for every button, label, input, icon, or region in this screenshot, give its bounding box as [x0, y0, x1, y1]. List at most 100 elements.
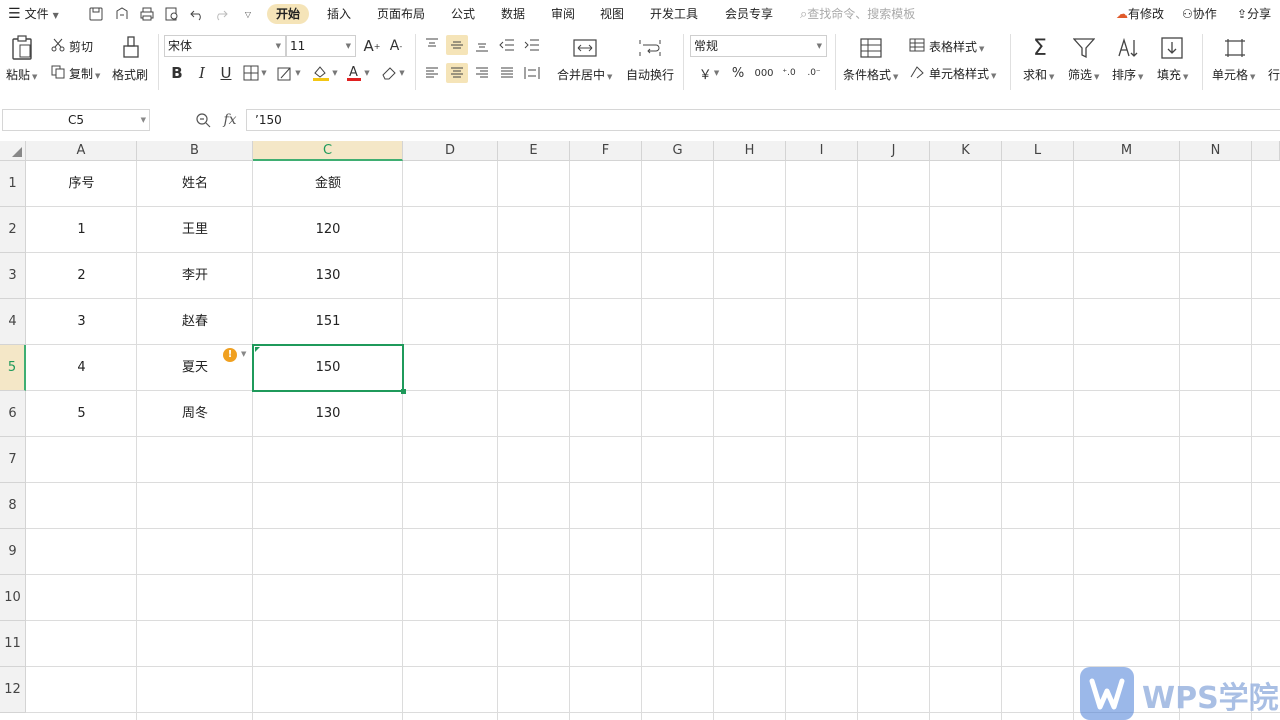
cell-a3[interactable]: 2	[26, 253, 137, 299]
sort-icon[interactable]	[1116, 36, 1140, 60]
cell-c2[interactable]: 120	[253, 207, 403, 253]
cell-fill-pattern-icon[interactable]: ▼	[276, 64, 302, 82]
paste-icon[interactable]	[8, 34, 36, 62]
font-grow-icon[interactable]: A +	[362, 37, 382, 55]
wrap-text-button[interactable]: 自动换行	[626, 66, 674, 83]
font-size-select[interactable]: 11 ▼	[286, 35, 356, 57]
row-header-11[interactable]: 11	[0, 621, 26, 667]
font-shrink-icon[interactable]: A-	[386, 37, 406, 55]
merge-center-icon[interactable]	[572, 36, 598, 60]
filter-icon[interactable]	[1072, 36, 1096, 60]
cell-b6[interactable]: 周冬	[137, 391, 253, 437]
modified-status[interactable]: ☁有修改	[1116, 0, 1164, 28]
column-header-f[interactable]: F	[570, 141, 642, 161]
redo-icon[interactable]	[213, 6, 229, 22]
row-header-8[interactable]: 8	[0, 483, 26, 529]
row-header-9[interactable]: 9	[0, 529, 26, 575]
cell-b3[interactable]: 李开	[137, 253, 253, 299]
tab-member[interactable]: 会员专享	[725, 4, 773, 24]
conditional-format-icon[interactable]	[858, 36, 884, 60]
thousands-button[interactable]: 000	[753, 64, 775, 82]
indent-decrease-icon[interactable]	[497, 36, 517, 54]
wrap-text-icon[interactable]	[637, 36, 663, 60]
clear-format-icon[interactable]: ▼	[378, 64, 408, 82]
align-top-icon[interactable]	[422, 36, 442, 54]
collab-button[interactable]: ⚇协作	[1182, 0, 1217, 28]
row-header-3[interactable]: 3	[0, 253, 26, 299]
cell-a6[interactable]: 5	[26, 391, 137, 437]
tab-home[interactable]: 开始	[267, 4, 310, 24]
number-format-select[interactable]: 常规 ▼	[690, 35, 827, 57]
fill-color-icon[interactable]: ▼	[310, 64, 340, 82]
name-box[interactable]: C5 ▼	[2, 109, 150, 131]
sum-icon[interactable]: Σ	[1028, 36, 1052, 61]
tab-data[interactable]: 数据	[501, 4, 525, 24]
tab-review[interactable]: 审阅	[551, 4, 575, 24]
row-header-2[interactable]: 2	[0, 207, 26, 253]
cell-style-button[interactable]: 单元格样式 ▼	[929, 65, 996, 82]
column-header-m[interactable]: M	[1074, 141, 1180, 161]
merge-center-button[interactable]: 合并居中 ▼	[557, 66, 612, 83]
tab-formulas[interactable]: 公式	[451, 4, 475, 24]
command-search[interactable]: ⌕查找命令、搜索模板	[800, 0, 915, 28]
row-header-10[interactable]: 10	[0, 575, 26, 621]
column-header-a[interactable]: A	[26, 141, 137, 161]
column-header-l[interactable]: L	[1002, 141, 1074, 161]
underline-icon[interactable]: U	[217, 63, 235, 83]
table-style-button[interactable]: 表格样式 ▼	[929, 38, 984, 55]
selected-cell-c5[interactable]	[252, 344, 404, 392]
justify-icon[interactable]	[497, 64, 517, 82]
borders-icon[interactable]: ▼	[242, 64, 268, 82]
warning-icon[interactable]: !	[223, 348, 237, 362]
undo-icon[interactable]	[189, 6, 205, 22]
cell-button[interactable]: 单元格 ▼	[1212, 66, 1255, 83]
cell-b4[interactable]: 赵春	[137, 299, 253, 345]
chevron-down-icon[interactable]: ▼	[241, 350, 246, 358]
column-header-h[interactable]: H	[714, 141, 786, 161]
row-header-6[interactable]: 6	[0, 391, 26, 437]
cell-c1[interactable]: 金额	[253, 161, 403, 207]
print-icon[interactable]	[139, 6, 155, 22]
align-left-icon[interactable]	[422, 64, 442, 82]
cell-a5[interactable]: 4	[26, 345, 137, 391]
column-header-c[interactable]: C	[253, 141, 403, 161]
sum-button[interactable]: 求和 ▼	[1023, 66, 1054, 83]
cell-a4[interactable]: 3	[26, 299, 137, 345]
cell-c6[interactable]: 130	[253, 391, 403, 437]
column-header-d[interactable]: D	[403, 141, 498, 161]
tab-developer[interactable]: 开发工具	[650, 4, 698, 24]
cell-c4[interactable]: 151	[253, 299, 403, 345]
column-header-e[interactable]: E	[498, 141, 570, 161]
fill-button[interactable]: 填充 ▼	[1157, 66, 1188, 83]
customize-toolbar-icon[interactable]: ▽	[240, 6, 256, 22]
select-all-corner[interactable]	[0, 141, 26, 161]
cell-b2[interactable]: 王里	[137, 207, 253, 253]
sort-button[interactable]: 排序 ▼	[1112, 66, 1143, 83]
row-col-button[interactable]: 行	[1268, 66, 1280, 83]
insert-function-button[interactable]: fx	[220, 111, 240, 129]
percent-button[interactable]: %	[729, 64, 747, 82]
column-header-k[interactable]: K	[930, 141, 1002, 161]
fill-icon[interactable]	[1160, 36, 1184, 60]
format-painter-icon[interactable]	[118, 34, 144, 62]
currency-button[interactable]: ￥ ▼	[696, 64, 722, 83]
format-painter-button[interactable]: 格式刷	[112, 66, 148, 83]
save-icon[interactable]	[88, 6, 104, 22]
align-middle-icon[interactable]	[446, 35, 468, 55]
tab-page-layout[interactable]: 页面布局	[377, 4, 425, 24]
cell-a2[interactable]: 1	[26, 207, 137, 253]
print-preview-icon[interactable]	[164, 6, 180, 22]
cell-c3[interactable]: 130	[253, 253, 403, 299]
align-right-icon[interactable]	[472, 64, 492, 82]
row-header-1[interactable]: 1	[0, 161, 26, 207]
align-center-icon[interactable]	[446, 63, 468, 83]
indent-increase-icon[interactable]	[522, 36, 542, 54]
font-name-select[interactable]: 宋体 ▼	[164, 35, 286, 57]
paste-button[interactable]: 粘贴 ▼	[6, 66, 37, 83]
fill-handle[interactable]	[401, 389, 406, 394]
distributed-align-icon[interactable]	[522, 64, 542, 82]
file-menu[interactable]: ☰ 文件 ▼	[8, 0, 59, 28]
cut-button[interactable]: 剪切	[69, 38, 93, 55]
decimal-decrease-icon[interactable]: .0⁻	[804, 64, 824, 82]
column-header-g[interactable]: G	[642, 141, 714, 161]
